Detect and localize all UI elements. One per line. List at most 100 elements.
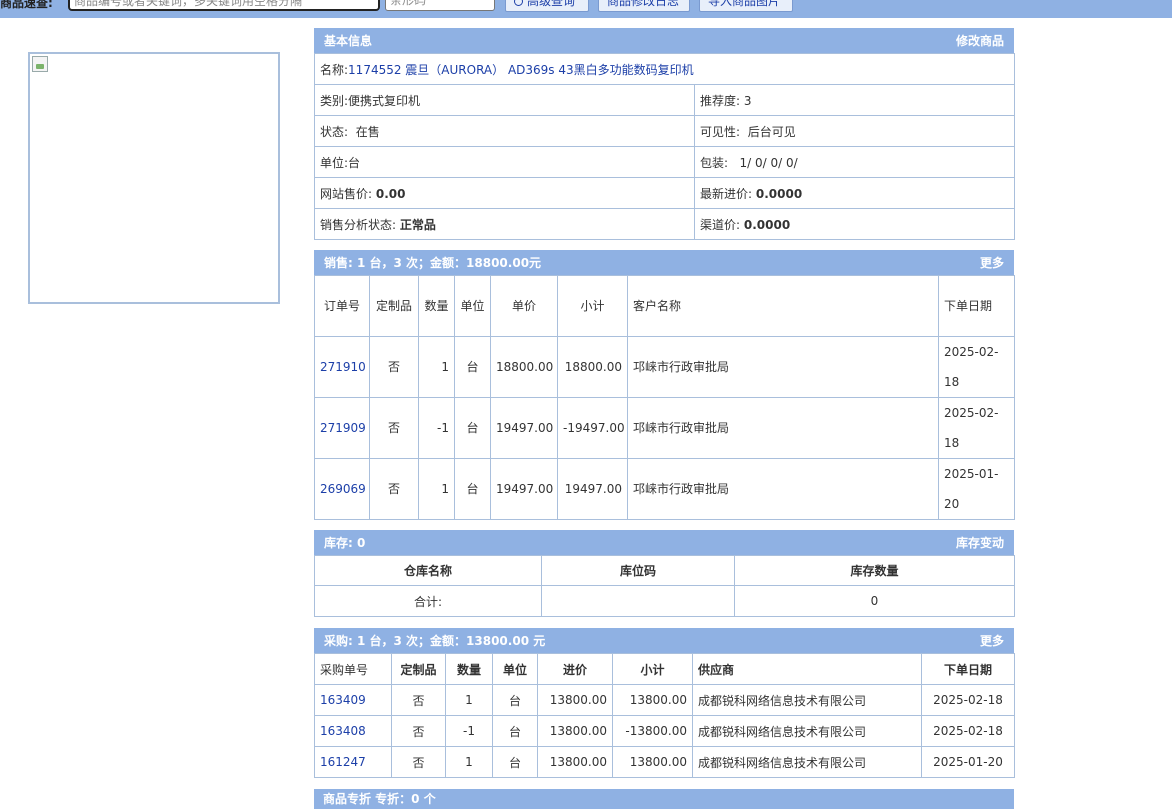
column-header: 订单号 [314, 275, 370, 337]
column-header: 仓库名称 [314, 555, 542, 586]
sales-title: 销售: 1 台，3 次；金额：18800.00元 [324, 256, 542, 270]
column-header: 下单日期 [938, 275, 1015, 337]
basic-info-header: 基本信息 修改商品 [314, 28, 1014, 53]
total-label: 合计: [314, 585, 542, 617]
purchase-more-link[interactable]: 更多 [980, 629, 1004, 654]
latest-cost-cell: 最新进价: 0.0000 [694, 177, 1015, 209]
special-discount-title: 商品专折 专折：0 个 [323, 792, 436, 806]
unit-cell: 台 [454, 336, 491, 398]
date-cell: 2025-01-20 [921, 746, 1015, 778]
order-link[interactable]: 271909 [314, 397, 370, 459]
supplier-cell: 成都锐科网络信息技术有限公司 [692, 715, 922, 747]
purchase-header: 采购: 1 台，3 次；金额：13800.00 元 更多 [314, 628, 1014, 653]
custom-cell: 否 [369, 458, 419, 520]
info-row: 网站售价: 0.00 最新进价: 0.0000 [314, 177, 1015, 209]
date-cell: 2025-02-18 [921, 684, 1015, 716]
date-cell: 2025-02-18 [938, 397, 1015, 459]
import-images-button[interactable]: 导入商品图片 [699, 0, 793, 12]
total-value: 0 [734, 585, 1015, 617]
sales-panel: 销售: 1 台，3 次；金额：18800.00元 更多 订单号 定制品 数量 单… [314, 250, 1015, 520]
qty-cell: -1 [418, 397, 455, 459]
product-name-link[interactable]: 1174552 震旦（AURORA） AD369s 43黑白多功能数码复印机 [348, 63, 694, 77]
table-row: 269069 否 1 台 19497.00 19497.00 邛崃市行政审批局 … [314, 458, 1015, 520]
custom-cell: 否 [391, 715, 446, 747]
table-row: 271909 否 -1 台 19497.00 -19497.00 邛崃市行政审批… [314, 397, 1015, 459]
stock-title: 库存: 0 [324, 536, 366, 550]
subtotal-cell: 13800.00 [612, 684, 693, 716]
date-cell: 2025-01-20 [938, 458, 1015, 520]
stock-change-link[interactable]: 库存变动 [956, 531, 1004, 556]
price-cell: 13800.00 [537, 715, 613, 747]
custom-cell: 否 [391, 684, 446, 716]
stock-panel: 库存: 0 库存变动 仓库名称 库位码 库存数量 合计: 0 [314, 530, 1015, 617]
sales-header-row: 订单号 定制品 数量 单位 单价 小计 客户名称 下单日期 [314, 275, 1015, 337]
unit-cell: 台 [492, 746, 538, 778]
channel-price-cell: 渠道价: 0.0000 [694, 208, 1015, 240]
price-cell: 19497.00 [490, 458, 558, 520]
column-header: 单价 [490, 275, 558, 337]
name-cell: 名称:1174552 震旦（AURORA） AD369s 43黑白多功能数码复印… [314, 53, 1015, 85]
supplier-cell: 成都锐科网络信息技术有限公司 [692, 746, 922, 778]
unit-cell: 台 [492, 684, 538, 716]
subtotal-cell: -19497.00 [557, 397, 628, 459]
subtotal-cell: -13800.00 [612, 715, 693, 747]
qty-cell: -1 [445, 715, 493, 747]
purchase-order-link[interactable]: 161247 [314, 746, 392, 778]
column-header: 数量 [418, 275, 455, 337]
sales-header: 销售: 1 台，3 次；金额：18800.00元 更多 [314, 250, 1014, 275]
change-log-button[interactable]: 商品修改日志 [598, 0, 690, 12]
search-input[interactable]: 商品编号或者关键词，多关键词用空格分隔 [68, 0, 380, 11]
edit-product-link[interactable]: 修改商品 [956, 29, 1004, 54]
visibility-cell: 可见性: 后台可见 [694, 115, 1015, 147]
order-link[interactable]: 271910 [314, 336, 370, 398]
column-header: 定制品 [391, 653, 446, 685]
column-header: 单位 [492, 653, 538, 685]
info-row: 单位:台 包装: 1/ 0/ 0/ 0/ [314, 146, 1015, 178]
price-cell: 13800.00 [537, 746, 613, 778]
column-header: 进价 [537, 653, 613, 685]
status-label: 状态: [320, 124, 349, 139]
qty-cell: 1 [418, 336, 455, 398]
purchase-order-link[interactable]: 163409 [314, 684, 392, 716]
advanced-search-button[interactable]: 高级查询 [505, 0, 589, 12]
info-row: 销售分析状态: 正常品 渠道价: 0.0000 [314, 208, 1015, 240]
column-header: 小计 [612, 653, 693, 685]
product-image [28, 52, 280, 304]
search-icon [514, 0, 523, 6]
column-header: 采购单号 [314, 653, 392, 685]
visibility-value: 后台可见 [747, 124, 796, 139]
price-cell: 13800.00 [537, 684, 613, 716]
date-cell: 2025-02-18 [938, 336, 1015, 398]
column-header: 供应商 [692, 653, 922, 685]
column-header: 下单日期 [921, 653, 1015, 685]
unit-cell: 台 [454, 397, 491, 459]
table-row: 163408 否 -1 台 13800.00 -13800.00 成都锐科网络信… [314, 715, 1015, 747]
barcode-input[interactable]: 条形码 [385, 0, 495, 11]
column-header: 单位 [454, 275, 491, 337]
info-row: 类别:便携式复印机 推荐度: 3 [314, 84, 1015, 116]
quick-search-bar: 商品速查: 商品编号或者关键词，多关键词用空格分隔 条形码 高级查询 商品修改日… [0, 0, 1172, 18]
status-value: 在售 [355, 124, 380, 139]
table-row: 163409 否 1 台 13800.00 13800.00 成都锐科网络信息技… [314, 684, 1015, 716]
price-cell: 19497.00 [490, 397, 558, 459]
column-header: 定制品 [369, 275, 419, 337]
stock-header: 库存: 0 库存变动 [314, 530, 1014, 555]
subtotal-cell: 18800.00 [557, 336, 628, 398]
sales-more-link[interactable]: 更多 [980, 251, 1004, 276]
latest-cost-value: 0.0000 [755, 186, 803, 201]
recommend-value: 3 [743, 93, 752, 108]
order-link[interactable]: 269069 [314, 458, 370, 520]
column-header: 库位码 [541, 555, 735, 586]
recommend-cell: 推荐度: 3 [694, 84, 1015, 116]
purchase-order-link[interactable]: 163408 [314, 715, 392, 747]
subtotal-cell: 13800.00 [612, 746, 693, 778]
basic-info-panel: 基本信息 修改商品 名称:1174552 震旦（AURORA） AD369s 4… [314, 28, 1015, 240]
package-label: 包装: [700, 155, 729, 170]
purchase-panel: 采购: 1 台，3 次；金额：13800.00 元 更多 采购单号 定制品 数量… [314, 628, 1015, 778]
price-cell: 18800.00 [490, 336, 558, 398]
package-value: 1/ 0/ 0/ 0/ [739, 155, 798, 170]
name-label: 名称: [320, 62, 349, 77]
basic-info-table: 名称:1174552 震旦（AURORA） AD369s 43黑白多功能数码复印… [314, 53, 1015, 240]
category-cell: 类别:便携式复印机 [314, 84, 695, 116]
sales-status-label: 销售分析状态: [320, 217, 397, 232]
